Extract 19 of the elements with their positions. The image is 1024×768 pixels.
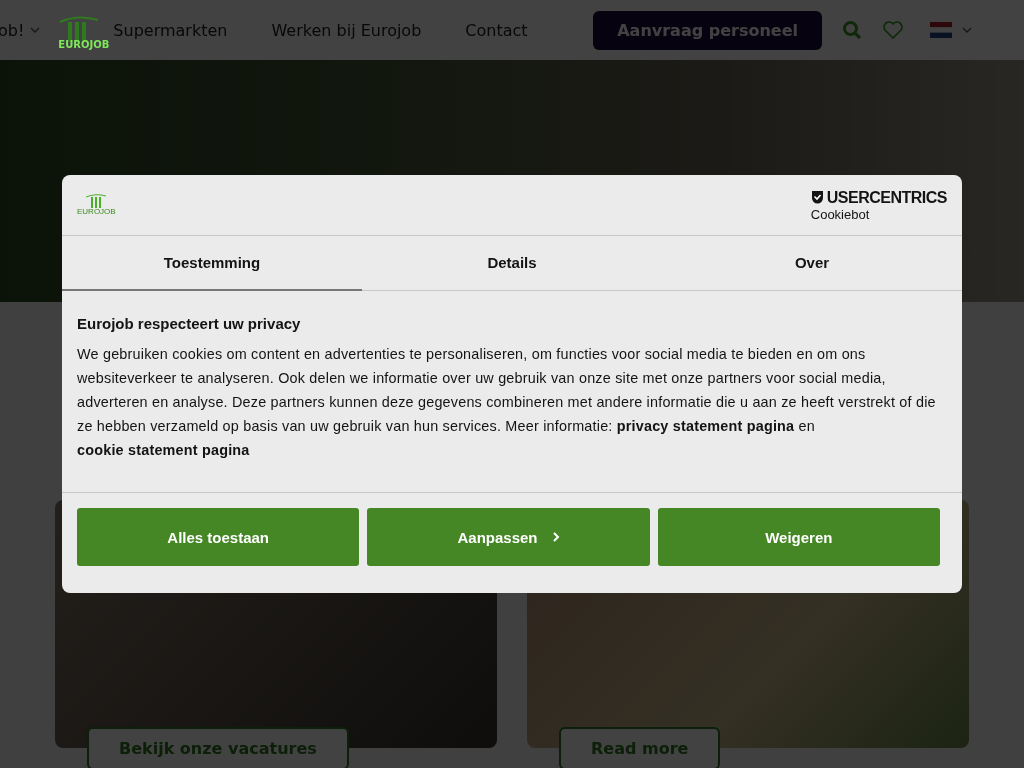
eurojob-logo[interactable]: EUROJOB	[58, 16, 110, 50]
figures-logo-icon	[85, 194, 108, 208]
brand-subtitle: Cookiebot	[810, 207, 871, 221]
figures-logo-icon	[58, 16, 101, 42]
dialog-tab[interactable]: Details	[362, 236, 662, 291]
consent-text: We gebruiken cookies om content en advertenties te personaliseren, om functies voor social media te bieden en om ons websiteverkeer te analyseren. Ook delen we informatie over uw gebruik van onze site met onze partners voor social media, adverteren en analyse. Deze partners kunnen deze gegevens combineren met andere informatie die u aan ze heeft verstrekt of die ze hebben verzameld op basis van uw gebruik van hun services. Meer informatie: privacy statement pagina en cookie statement pagina	[77, 345, 937, 460]
consent-button[interactable]: Aanpassen	[367, 508, 650, 566]
shield-check-icon	[810, 190, 824, 205]
dialog-tab[interactable]: Over	[662, 236, 962, 291]
brand-name: USERCENTRICS	[826, 189, 947, 206]
consent-button[interactable]: Alles toestaan	[77, 508, 360, 566]
dialog-tab[interactable]: Toestemming	[62, 236, 362, 291]
consent-button[interactable]: Weigeren	[657, 508, 940, 566]
logo-text: EUROJOB	[58, 40, 110, 50]
logo-text: EUROJOB	[77, 208, 116, 216]
privacy-link[interactable]: privacy statement pagina	[616, 418, 795, 434]
dialog-heading: Eurojob respecteert uw privacy	[77, 315, 302, 332]
cookie-link[interactable]: cookie statement pagina	[77, 442, 250, 458]
chevron-right-icon	[551, 531, 560, 543]
